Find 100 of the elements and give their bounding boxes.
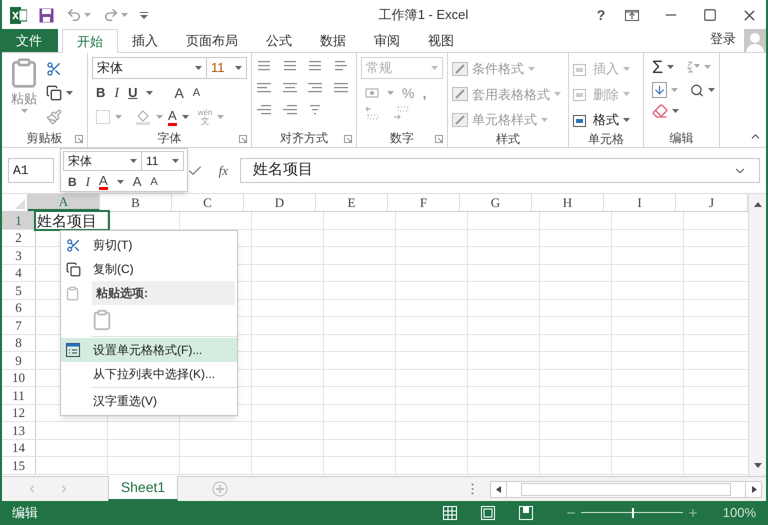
column-header[interactable]: A xyxy=(28,194,100,211)
zoom-in-icon[interactable] xyxy=(686,507,699,519)
column-header[interactable]: F xyxy=(388,194,460,211)
split-handle-icon[interactable] xyxy=(471,483,474,495)
bold-button[interactable]: B xyxy=(68,172,77,191)
paste-button[interactable]: 粘贴 xyxy=(11,89,37,108)
increase-indent-icon[interactable] xyxy=(282,103,298,117)
increase-font-button[interactable]: A xyxy=(174,82,184,104)
wrap-text-icon[interactable] xyxy=(332,59,348,73)
menu-item[interactable]: 复制(C) xyxy=(61,257,237,281)
menu-item[interactable]: 剪切(T) xyxy=(61,233,237,257)
name-box[interactable]: A1 xyxy=(8,158,54,183)
font-size-field[interactable]: 11 xyxy=(207,57,247,79)
caret-icon[interactable] xyxy=(172,159,179,163)
font-size-field[interactable]: 11 xyxy=(142,151,184,171)
find-icon[interactable] xyxy=(690,82,704,98)
row-header[interactable]: 1 xyxy=(2,212,36,228)
file-tab[interactable]: 文件 xyxy=(2,29,58,52)
caret-icon[interactable] xyxy=(130,159,137,163)
ribbon-tab[interactable]: 插入 xyxy=(118,29,172,52)
ribbon-tab[interactable]: 公式 xyxy=(252,29,306,52)
font-color-button[interactable]: A xyxy=(99,174,108,190)
bold-button[interactable]: B xyxy=(96,83,106,103)
cell-command-button[interactable]: 格式 xyxy=(573,110,639,130)
borders-icon[interactable] xyxy=(96,110,110,124)
underline-button[interactable]: U xyxy=(128,83,138,103)
caret-icon[interactable] xyxy=(66,91,73,95)
bottom-align-icon[interactable] xyxy=(307,59,323,73)
sheet-tab[interactable]: Sheet1 xyxy=(108,476,178,501)
column-header[interactable]: B xyxy=(100,194,172,211)
undo-icon[interactable] xyxy=(66,7,82,23)
font-name-field[interactable]: 宋体 xyxy=(63,151,142,171)
help-button[interactable]: ? xyxy=(589,4,613,26)
ribbon-tab[interactable]: 审阅 xyxy=(360,29,414,52)
save-icon[interactable] xyxy=(39,8,54,22)
column-header[interactable]: D xyxy=(244,194,316,211)
column-header[interactable]: C xyxy=(172,194,244,211)
align-right-icon[interactable] xyxy=(307,81,323,95)
orientation-icon[interactable] xyxy=(307,103,323,117)
font-color-button[interactable]: A xyxy=(168,108,177,126)
dialog-launcher-icon[interactable] xyxy=(239,135,247,143)
italic-button[interactable]: I xyxy=(114,82,120,104)
merge-cells-icon[interactable] xyxy=(332,81,348,95)
paste-option-icon[interactable] xyxy=(91,309,113,331)
decrease-font-button[interactable]: A xyxy=(192,84,200,102)
caret-icon[interactable] xyxy=(116,180,124,184)
ribbon-tab[interactable]: 视图 xyxy=(414,29,468,52)
decrease-decimal-icon[interactable] xyxy=(393,105,409,121)
decrease-font-button[interactable]: A xyxy=(150,174,158,190)
column-header[interactable]: E xyxy=(316,194,388,211)
align-center-icon[interactable] xyxy=(282,81,298,95)
ribbon-tab[interactable]: 数据 xyxy=(306,29,360,52)
redo-icon[interactable] xyxy=(103,7,119,23)
fill-down-icon[interactable] xyxy=(652,82,668,98)
increase-decimal-icon[interactable] xyxy=(365,105,381,121)
ribbon-display-icon[interactable] xyxy=(625,10,639,20)
caret-icon[interactable] xyxy=(708,88,715,92)
vertical-scrollbar[interactable] xyxy=(748,194,766,476)
sort-filter-icon[interactable] xyxy=(686,60,700,74)
zoom-slider[interactable] xyxy=(580,508,683,518)
fill-color-icon[interactable] xyxy=(135,109,151,125)
caret-icon[interactable] xyxy=(623,118,630,122)
currency-icon[interactable] xyxy=(365,86,379,100)
font-name-field[interactable]: 宋体 xyxy=(92,57,207,79)
increase-font-button[interactable]: A xyxy=(132,172,142,192)
page-break-icon[interactable] xyxy=(518,506,533,520)
eraser-icon[interactable] xyxy=(652,103,668,119)
menu-item[interactable]: 从下拉列表中选择(K)... xyxy=(61,362,237,386)
formula-input[interactable]: 姓名项目 xyxy=(240,158,760,183)
italic-button[interactable]: I xyxy=(86,172,90,192)
column-header[interactable]: H xyxy=(532,194,604,211)
normal-view-icon[interactable] xyxy=(442,506,457,520)
insert-function-button[interactable]: fx xyxy=(218,160,228,180)
caret-icon[interactable] xyxy=(235,66,242,70)
caret-icon[interactable] xyxy=(672,109,679,113)
caret-icon[interactable] xyxy=(146,91,154,95)
decrease-indent-icon[interactable] xyxy=(256,103,272,117)
sign-in-link[interactable]: 登录 xyxy=(710,28,736,48)
align-left-icon[interactable] xyxy=(256,81,272,95)
copy-icon[interactable] xyxy=(46,85,62,101)
top-align-icon[interactable] xyxy=(256,59,272,73)
ribbon-tab[interactable]: 页面布局 xyxy=(172,29,252,52)
menu-item[interactable]: 汉字重选(V) xyxy=(61,389,237,413)
middle-align-icon[interactable] xyxy=(282,59,298,73)
column-header[interactable]: G xyxy=(460,194,532,211)
dialog-launcher-icon[interactable] xyxy=(75,135,83,143)
autosum-button[interactable]: Σ xyxy=(652,57,664,77)
format-painter-icon[interactable] xyxy=(46,109,62,125)
page-layout-icon[interactable] xyxy=(480,506,495,520)
caret-icon[interactable] xyxy=(182,115,189,119)
scroll-down-icon[interactable] xyxy=(754,463,762,468)
caret-icon[interactable] xyxy=(667,65,674,69)
maximize-icon[interactable] xyxy=(703,8,717,22)
dialog-launcher-icon[interactable] xyxy=(435,135,443,143)
ribbon-tab[interactable]: 开始 xyxy=(62,29,118,53)
scroll-up-icon[interactable] xyxy=(754,202,762,207)
cut-icon[interactable] xyxy=(46,61,62,77)
customize-toolbar-icon[interactable] xyxy=(140,12,148,18)
caret-icon[interactable] xyxy=(195,66,202,70)
horizontal-scrollbar[interactable] xyxy=(490,480,762,498)
